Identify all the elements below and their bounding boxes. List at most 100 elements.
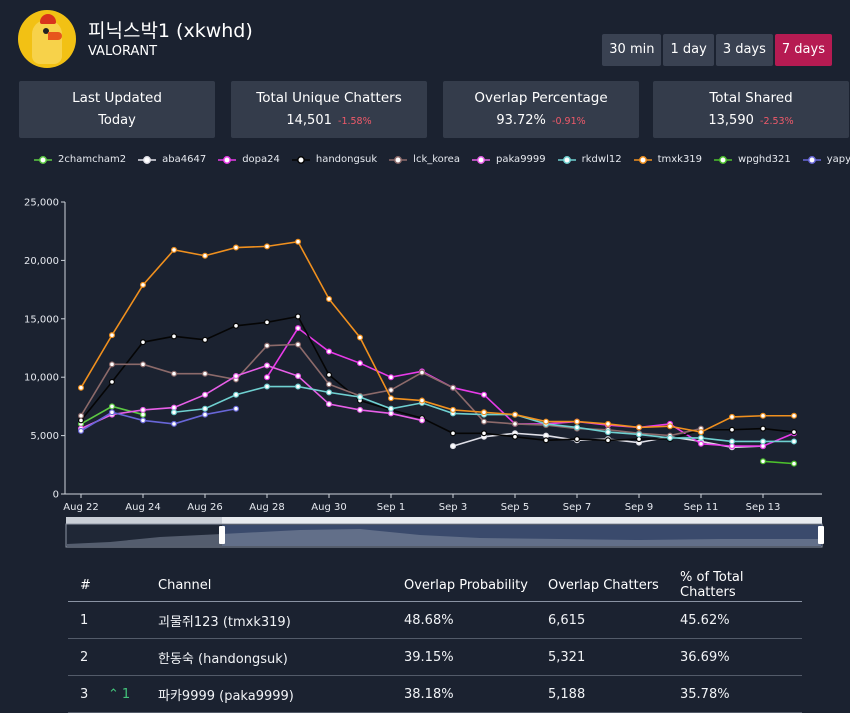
data-point-handongsuk[interactable]: [542, 437, 549, 444]
data-point-lck_korea[interactable]: [108, 361, 115, 368]
data-point-2chamcham2[interactable]: [108, 403, 115, 410]
data-point-tmxk319[interactable]: [264, 243, 271, 250]
data-point-handongsuk[interactable]: [326, 371, 333, 378]
legend-item-handongsuk[interactable]: handongsuk: [291, 154, 377, 165]
data-point-lck_korea[interactable]: [140, 361, 147, 368]
data-point-dopa24[interactable]: [481, 391, 488, 398]
data-point-handongsuk[interactable]: [450, 430, 457, 437]
channel-cell[interactable]: 괴물쥐123 (tmxk319): [157, 601, 403, 639]
data-point-lck_korea[interactable]: [450, 384, 457, 391]
data-point-handongsuk[interactable]: [140, 339, 147, 346]
data-point-tmxk319[interactable]: [450, 406, 457, 413]
data-point-tmxk319[interactable]: [573, 418, 580, 425]
data-point-tmxk319[interactable]: [140, 281, 147, 288]
data-point-rkdwl12[interactable]: [171, 409, 178, 416]
data-point-yapyap30[interactable]: [202, 411, 209, 418]
data-point-rkdwl12[interactable]: [635, 431, 642, 438]
range-button-1day[interactable]: 1 day: [663, 34, 714, 66]
data-point-rkdwl12[interactable]: [666, 434, 673, 441]
table-row[interactable]: 1 괴물쥐123 (tmxk319) 48.68% 6,615 45.62%: [68, 601, 802, 639]
data-point-dopa24[interactable]: [697, 440, 704, 447]
data-point-lck_korea[interactable]: [419, 369, 426, 376]
channel-cell[interactable]: 한동숙 (handongsuk): [157, 638, 403, 676]
data-point-paka9999[interactable]: [202, 391, 209, 398]
data-point-yapyap30[interactable]: [140, 417, 147, 424]
data-point-aba4647[interactable]: [450, 443, 457, 450]
data-point-tmxk319[interactable]: [511, 411, 518, 418]
data-point-paka9999[interactable]: [233, 373, 240, 380]
data-point-tmxk319[interactable]: [77, 384, 84, 391]
data-point-lck_korea[interactable]: [171, 370, 178, 377]
data-point-handongsuk[interactable]: [573, 436, 580, 443]
data-point-yapyap30[interactable]: [171, 420, 178, 427]
data-point-lck_korea[interactable]: [511, 420, 518, 427]
data-point-paka9999[interactable]: [140, 406, 147, 413]
data-point-tmxk319[interactable]: [108, 332, 115, 339]
data-point-handongsuk[interactable]: [604, 437, 611, 444]
data-point-rkdwl12[interactable]: [264, 383, 271, 390]
data-point-tmxk319[interactable]: [666, 423, 673, 430]
data-point-tmxk319[interactable]: [326, 295, 333, 302]
data-point-lck_korea[interactable]: [202, 370, 209, 377]
data-point-handongsuk[interactable]: [481, 430, 488, 437]
data-point-handongsuk[interactable]: [108, 378, 115, 385]
data-point-handongsuk[interactable]: [264, 319, 271, 326]
data-point-handongsuk[interactable]: [171, 333, 178, 340]
legend-item-tmxk319[interactable]: tmxk319: [633, 154, 702, 165]
data-point-paka9999[interactable]: [295, 373, 302, 380]
data-point-tmxk319[interactable]: [233, 244, 240, 251]
data-point-tmxk319[interactable]: [171, 246, 178, 253]
data-point-rkdwl12[interactable]: [759, 438, 766, 445]
data-point-dopa24[interactable]: [357, 360, 364, 367]
data-point-lck_korea[interactable]: [326, 381, 333, 388]
data-point-rkdwl12[interactable]: [295, 383, 302, 390]
data-point-dopa24[interactable]: [326, 348, 333, 355]
data-point-lck_korea[interactable]: [295, 341, 302, 348]
data-point-tmxk319[interactable]: [759, 412, 766, 419]
data-point-rkdwl12[interactable]: [573, 424, 580, 431]
data-point-tmxk319[interactable]: [697, 429, 704, 436]
data-point-wpghd321[interactable]: [759, 458, 766, 465]
data-point-rkdwl12[interactable]: [697, 434, 704, 441]
col-pct-total[interactable]: % of Total Chatters: [679, 569, 802, 602]
data-point-tmxk319[interactable]: [604, 420, 611, 427]
col-overlap-chatters[interactable]: Overlap Chatters: [547, 569, 679, 602]
data-point-tmxk319[interactable]: [202, 252, 209, 259]
data-point-lck_korea[interactable]: [481, 418, 488, 425]
legend-item-rkdwl12[interactable]: rkdwl12: [557, 154, 622, 165]
data-point-paka9999[interactable]: [419, 417, 426, 424]
range-button-30min[interactable]: 30 min: [602, 34, 662, 66]
data-point-paka9999[interactable]: [264, 362, 271, 369]
data-point-rkdwl12[interactable]: [388, 405, 395, 412]
data-point-dopa24[interactable]: [264, 374, 271, 381]
data-point-handongsuk[interactable]: [295, 313, 302, 320]
avatar[interactable]: [18, 10, 76, 68]
data-point-rkdwl12[interactable]: [604, 429, 611, 436]
data-point-tmxk319[interactable]: [481, 409, 488, 416]
legend-item-wpghd321[interactable]: wpghd321: [714, 154, 791, 165]
legend-item-aba4647[interactable]: aba4647: [138, 154, 206, 165]
data-point-yapyap30[interactable]: [233, 405, 240, 412]
legend-item-yapyap30[interactable]: yapyap30: [802, 154, 850, 165]
data-point-yapyap30[interactable]: [77, 427, 84, 434]
data-point-handongsuk[interactable]: [790, 429, 797, 436]
data-point-wpghd321[interactable]: [790, 460, 797, 467]
table-row[interactable]: 3 ⌃ 1 파카9999 (paka9999) 38.18% 5,188 35.7…: [68, 675, 802, 713]
data-point-tmxk319[interactable]: [542, 418, 549, 425]
navigator-handle-right[interactable]: [818, 526, 824, 544]
data-point-rkdwl12[interactable]: [357, 394, 364, 401]
data-point-paka9999[interactable]: [357, 406, 364, 413]
navigator-scrollbar-thumb[interactable]: [222, 517, 822, 524]
legend-item-paka9999[interactable]: paka9999: [471, 154, 546, 165]
data-point-rkdwl12[interactable]: [326, 389, 333, 396]
data-point-handongsuk[interactable]: [511, 433, 518, 440]
data-point-tmxk319[interactable]: [357, 334, 364, 341]
data-point-rkdwl12[interactable]: [728, 438, 735, 445]
data-point-paka9999[interactable]: [326, 401, 333, 408]
legend-item-lck_korea[interactable]: lck_korea: [389, 154, 460, 165]
legend-item-2chamcham2[interactable]: 2chamcham2: [34, 154, 126, 165]
data-point-dopa24[interactable]: [295, 325, 302, 332]
data-point-handongsuk[interactable]: [233, 322, 240, 329]
channel-cell[interactable]: 파카9999 (paka9999): [157, 675, 403, 713]
legend-item-dopa24[interactable]: dopa24: [218, 154, 280, 165]
